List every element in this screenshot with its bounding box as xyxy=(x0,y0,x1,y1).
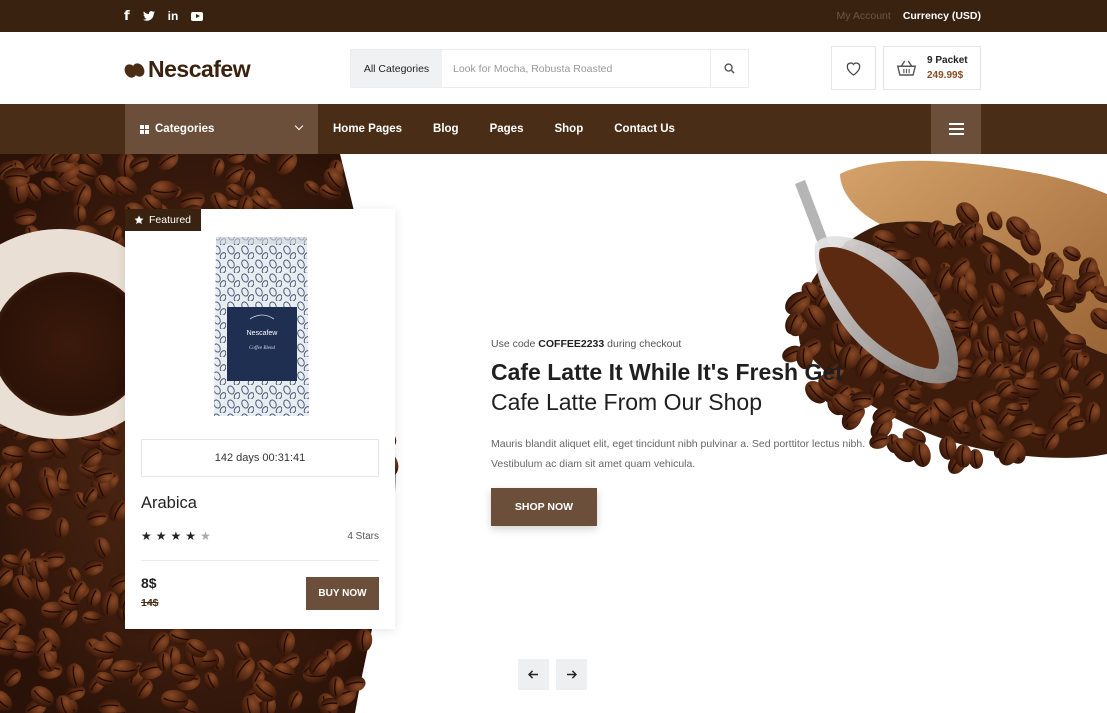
promo-code-text: Use code COFFEE2233 during checkout xyxy=(491,338,682,350)
featured-badge: Featured xyxy=(125,209,201,231)
star-icon: ★ xyxy=(155,529,167,543)
search-icon xyxy=(724,63,735,74)
hero-subtitle: Cafe Latte From Our Shop xyxy=(491,389,763,415)
grid-icon xyxy=(140,124,149,134)
arrow-right-icon xyxy=(567,670,577,679)
coffee-bean-icon xyxy=(122,60,147,80)
menu-toggle-button[interactable] xyxy=(931,104,981,154)
linkedin-icon[interactable]: in xyxy=(168,9,179,23)
star-empty-icon: ★ xyxy=(200,529,211,543)
product-price: 8$ xyxy=(141,575,157,591)
nav-item-home-pages[interactable]: Home Pages xyxy=(333,123,402,135)
star-icon xyxy=(134,215,144,224)
my-account-link[interactable]: My Account xyxy=(837,10,891,22)
buy-now-button[interactable]: BUY NOW xyxy=(306,577,379,610)
header: Nescafew All Categories 9 Packet 249.99$ xyxy=(0,32,1107,104)
svg-text:Nescafew: Nescafew xyxy=(247,330,279,337)
slider-next-button[interactable] xyxy=(556,659,587,690)
logo[interactable]: Nescafew xyxy=(122,56,251,83)
divider xyxy=(141,560,379,561)
wishlist-button[interactable] xyxy=(831,46,876,90)
countdown-timer: 142 days 00:31:41 xyxy=(141,439,379,477)
twitter-icon[interactable] xyxy=(142,11,155,21)
search-button[interactable] xyxy=(710,50,748,87)
nav-menu: Home Pages Blog Pages Shop Contact Us xyxy=(333,104,706,154)
product-image: Nescafew Coffee Blend xyxy=(214,237,309,416)
hero-title: Cafe Latte It While It's Fresh Get xyxy=(491,359,843,385)
star-icon: ★ xyxy=(185,529,197,543)
rating-text: 4 Stars xyxy=(347,531,379,542)
promo-code: COFFEE2233 xyxy=(538,338,605,350)
nav-item-contact-us[interactable]: Contact Us xyxy=(614,123,675,135)
nav-item-pages[interactable]: Pages xyxy=(490,123,524,135)
currency-selector[interactable]: Currency (USD) xyxy=(903,10,981,22)
cart-count: 9 Packet xyxy=(927,55,968,66)
heart-icon xyxy=(846,61,861,76)
logo-text: Nescafew xyxy=(148,56,251,82)
star-icon: ★ xyxy=(141,529,152,543)
youtube-icon[interactable] xyxy=(191,11,204,21)
search-bar: All Categories xyxy=(350,49,749,88)
featured-product-card: Featured Nescafew Coffee Blend 142 days … xyxy=(125,209,395,629)
hero-description: Mauris blandit aliquet elit, eget tincid… xyxy=(491,438,866,470)
social-links: f in xyxy=(124,0,204,32)
product-name[interactable]: Arabica xyxy=(141,494,197,513)
star-rating: ★ ★ ★ ★ ★ xyxy=(141,530,211,542)
facebook-icon[interactable]: f xyxy=(124,9,130,24)
nav-item-shop[interactable]: Shop xyxy=(554,123,583,135)
categories-dropdown[interactable]: Categories xyxy=(125,104,318,154)
search-category-select[interactable]: All Categories xyxy=(351,50,442,87)
categories-label: Categories xyxy=(155,123,215,135)
cart-total: 249.99$ xyxy=(927,70,964,81)
slider-prev-button[interactable] xyxy=(518,659,549,690)
main-navbar: Categories Home Pages Blog Pages Shop Co… xyxy=(0,104,1107,154)
top-bar: f in My Account Currency (USD) xyxy=(0,0,1107,32)
arrow-left-icon xyxy=(528,670,538,679)
nav-item-blog[interactable]: Blog xyxy=(433,123,459,135)
search-input[interactable] xyxy=(442,50,710,87)
product-old-price: 14$ xyxy=(141,597,159,609)
basket-icon xyxy=(896,57,918,79)
star-icon: ★ xyxy=(170,529,182,543)
svg-text:Coffee Blend: Coffee Blend xyxy=(249,346,275,351)
shop-now-button[interactable]: SHOP NOW xyxy=(491,488,597,526)
cart-button[interactable]: 9 Packet 249.99$ xyxy=(883,46,981,90)
chevron-down-icon xyxy=(294,121,304,131)
